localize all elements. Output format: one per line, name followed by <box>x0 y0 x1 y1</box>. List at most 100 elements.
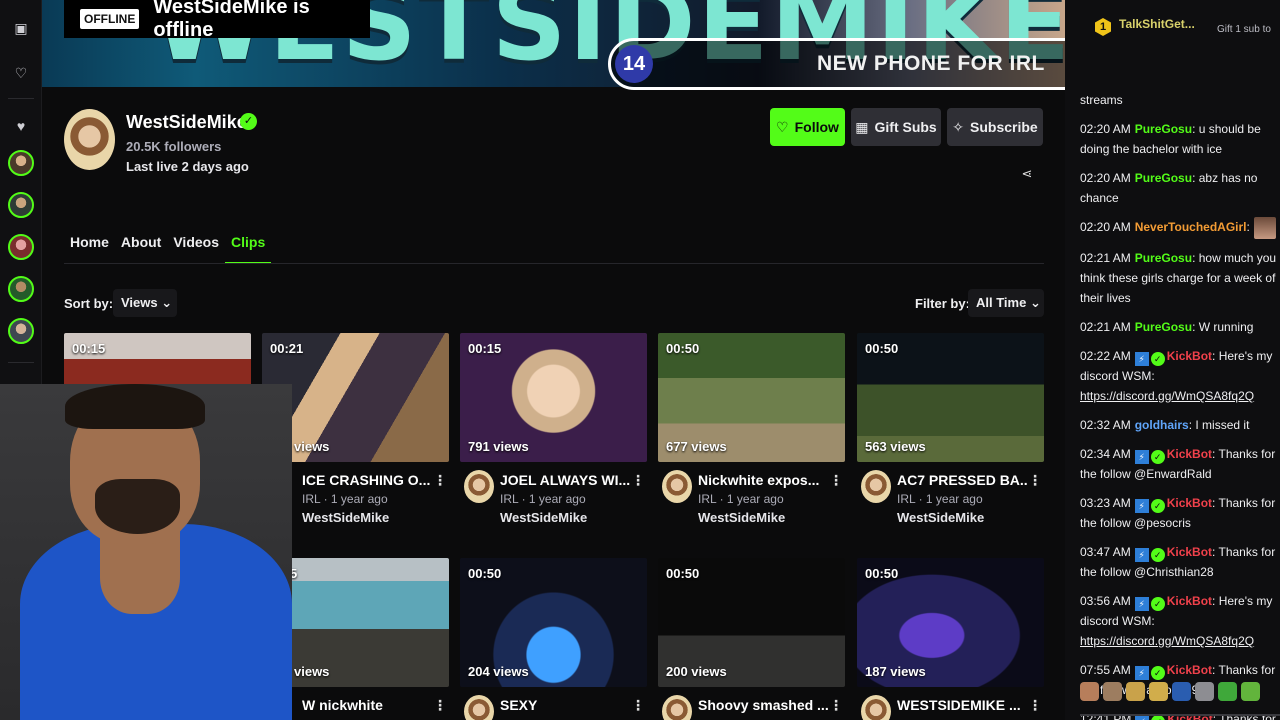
chat-username[interactable]: NeverTouchedAGirl <box>1135 220 1247 234</box>
followed-channel-avatar[interactable] <box>8 150 34 176</box>
clip-title[interactable]: W nickwhite <box>302 697 432 713</box>
clip-channel-avatar[interactable] <box>861 695 891 720</box>
clip-channel-avatar[interactable] <box>662 470 692 503</box>
webcam-hair <box>65 384 205 429</box>
chat-username[interactable]: PureGosu <box>1135 251 1192 265</box>
followed-channel-avatar[interactable] <box>8 318 34 344</box>
webcam-beard <box>95 479 180 534</box>
heart-icon[interactable]: ♥ <box>11 116 31 136</box>
sort-dropdown[interactable]: Views ⌄ <box>113 289 177 317</box>
clip-title[interactable]: SEXY <box>500 697 630 713</box>
chat-message: 02:21 AM PureGosu: W running <box>1080 317 1280 337</box>
more-options-icon[interactable]: ⋮ <box>1028 698 1042 712</box>
chat-username[interactable]: KickBot <box>1167 447 1212 461</box>
emote-icon[interactable] <box>1195 682 1214 701</box>
clip-title[interactable]: Nickwhite expos... <box>698 472 828 488</box>
clip-category[interactable]: IRL <box>698 492 716 506</box>
rail-divider <box>8 362 34 363</box>
emote-icon[interactable] <box>1126 682 1145 701</box>
follow-button-label: Follow <box>794 119 839 135</box>
more-options-icon[interactable]: ⋮ <box>631 698 645 712</box>
followed-channel-avatar[interactable] <box>8 276 34 302</box>
clip-meta: IRL · 1 year ago <box>897 492 983 506</box>
gift-subs-button[interactable]: ▦ Gift Subs <box>851 108 941 146</box>
clip-thumbnail[interactable]: 00:50 187 views <box>857 558 1044 687</box>
more-options-icon[interactable]: ⋮ <box>829 473 843 487</box>
chat-username[interactable]: PureGosu <box>1135 171 1192 185</box>
clip-title[interactable]: WESTSIDEMIKE ... <box>897 697 1027 713</box>
clip-channel[interactable]: WestSideMike <box>500 510 587 525</box>
clip-views: 200 views <box>666 664 727 679</box>
chevron-down-icon: ⌄ <box>161 295 173 310</box>
gifter-username[interactable]: TalkShitGet... <box>1119 17 1195 31</box>
emote-icon[interactable] <box>1218 682 1237 701</box>
emote-icon[interactable] <box>1149 682 1168 701</box>
clip-category[interactable]: IRL <box>302 492 320 506</box>
chat-username[interactable]: KickBot <box>1167 545 1212 559</box>
clip-title[interactable]: Shoovy smashed ... <box>698 697 828 713</box>
tab-clips[interactable]: Clips <box>225 232 272 264</box>
gift-subs-label: Gift Subs <box>874 119 937 135</box>
chat-username[interactable]: KickBot <box>1167 663 1212 677</box>
clip-channel-avatar[interactable] <box>464 695 494 720</box>
clip-age: 1 year ago <box>330 492 388 506</box>
verified-badge-icon: ✓ <box>1150 666 1165 680</box>
channel-avatar[interactable] <box>64 109 115 170</box>
chat-username[interactable]: goldhairs <box>1135 418 1189 432</box>
chat-message: 02:20 AM NeverTouchedAGirl: <box>1080 217 1280 239</box>
clip-category[interactable]: IRL <box>500 492 518 506</box>
goal-number: 14 <box>615 45 653 83</box>
heart-icon: ♡ <box>776 118 789 135</box>
browse-icon[interactable]: ▣ <box>11 18 31 38</box>
tab-about[interactable]: About <box>115 232 167 264</box>
filter-dropdown[interactable]: All Time ⌄ <box>968 289 1044 317</box>
clip-channel[interactable]: WestSideMike <box>897 510 984 525</box>
clip-meta: IRL · 1 year ago <box>302 492 388 506</box>
clip-title[interactable]: JOEL ALWAYS WI... <box>500 472 630 488</box>
chat-username[interactable]: KickBot <box>1167 496 1212 510</box>
clip-thumbnail[interactable]: 00:50 563 views <box>857 333 1044 462</box>
clip-channel[interactable]: WestSideMike <box>302 510 389 525</box>
more-options-icon[interactable]: ⋮ <box>631 473 645 487</box>
clip-duration: 00:15 <box>468 341 502 356</box>
clip-thumbnail[interactable]: 00:15 791 views <box>460 333 647 462</box>
tab-videos[interactable]: Videos <box>167 232 225 264</box>
more-options-icon[interactable]: ⋮ <box>829 698 843 712</box>
clip-channel-avatar[interactable] <box>662 695 692 720</box>
chat-username[interactable]: KickBot <box>1167 594 1212 608</box>
chat-username[interactable]: PureGosu <box>1135 320 1192 334</box>
channel-name: WestSideMike <box>126 112 247 132</box>
clip-thumbnail[interactable]: 00:50 200 views <box>658 558 845 687</box>
chat-input[interactable] <box>1080 714 1280 716</box>
clip-channel-avatar[interactable] <box>861 470 891 503</box>
more-options-icon[interactable]: ⋮ <box>1028 473 1042 487</box>
clip-thumbnail[interactable]: 00:50 677 views <box>658 333 845 462</box>
clip-thumbnail[interactable]: 00:50 204 views <box>460 558 647 687</box>
share-icon[interactable]: ⋖ <box>1020 167 1034 181</box>
chat-username[interactable]: KickBot <box>1167 349 1212 363</box>
more-options-icon[interactable]: ⋮ <box>433 473 447 487</box>
chat-link[interactable]: https://discord.gg/WmQSA8fq2Q <box>1080 389 1254 403</box>
chat-timestamp: 07:55 AM <box>1080 663 1131 677</box>
more-options-icon[interactable]: ⋮ <box>433 698 447 712</box>
clip-category[interactable]: IRL <box>897 492 915 506</box>
followed-channel-avatar[interactable] <box>8 234 34 260</box>
clip-title[interactable]: AC7 PRESSED BA... <box>897 472 1027 488</box>
follow-button[interactable]: ♡ Follow <box>770 108 845 146</box>
chat-link[interactable]: https://discord.gg/WmQSA8fq2Q <box>1080 634 1254 648</box>
followed-channel-avatar[interactable] <box>8 192 34 218</box>
clip-channel-avatar[interactable] <box>464 470 494 503</box>
chat-username[interactable]: PureGosu <box>1135 122 1192 136</box>
tab-home[interactable]: Home <box>64 232 115 264</box>
clip-channel[interactable]: WestSideMike <box>698 510 785 525</box>
emote-icon[interactable] <box>1241 682 1260 701</box>
bot-badge-icon: ⚡ <box>1134 548 1149 562</box>
emote-icon[interactable] <box>1103 682 1122 701</box>
bot-badge-icon: ⚡ <box>1134 450 1149 464</box>
offline-status-bar: OFFLINE WestSideMike is offline <box>64 0 370 41</box>
heart-outline-icon[interactable]: ♡ <box>11 63 31 83</box>
emote-icon[interactable] <box>1172 682 1191 701</box>
subscribe-button[interactable]: ✧ Subscribe <box>947 108 1043 146</box>
clip-title[interactable]: ICE CRASHING O... <box>302 472 432 488</box>
emote-icon[interactable] <box>1080 682 1099 701</box>
